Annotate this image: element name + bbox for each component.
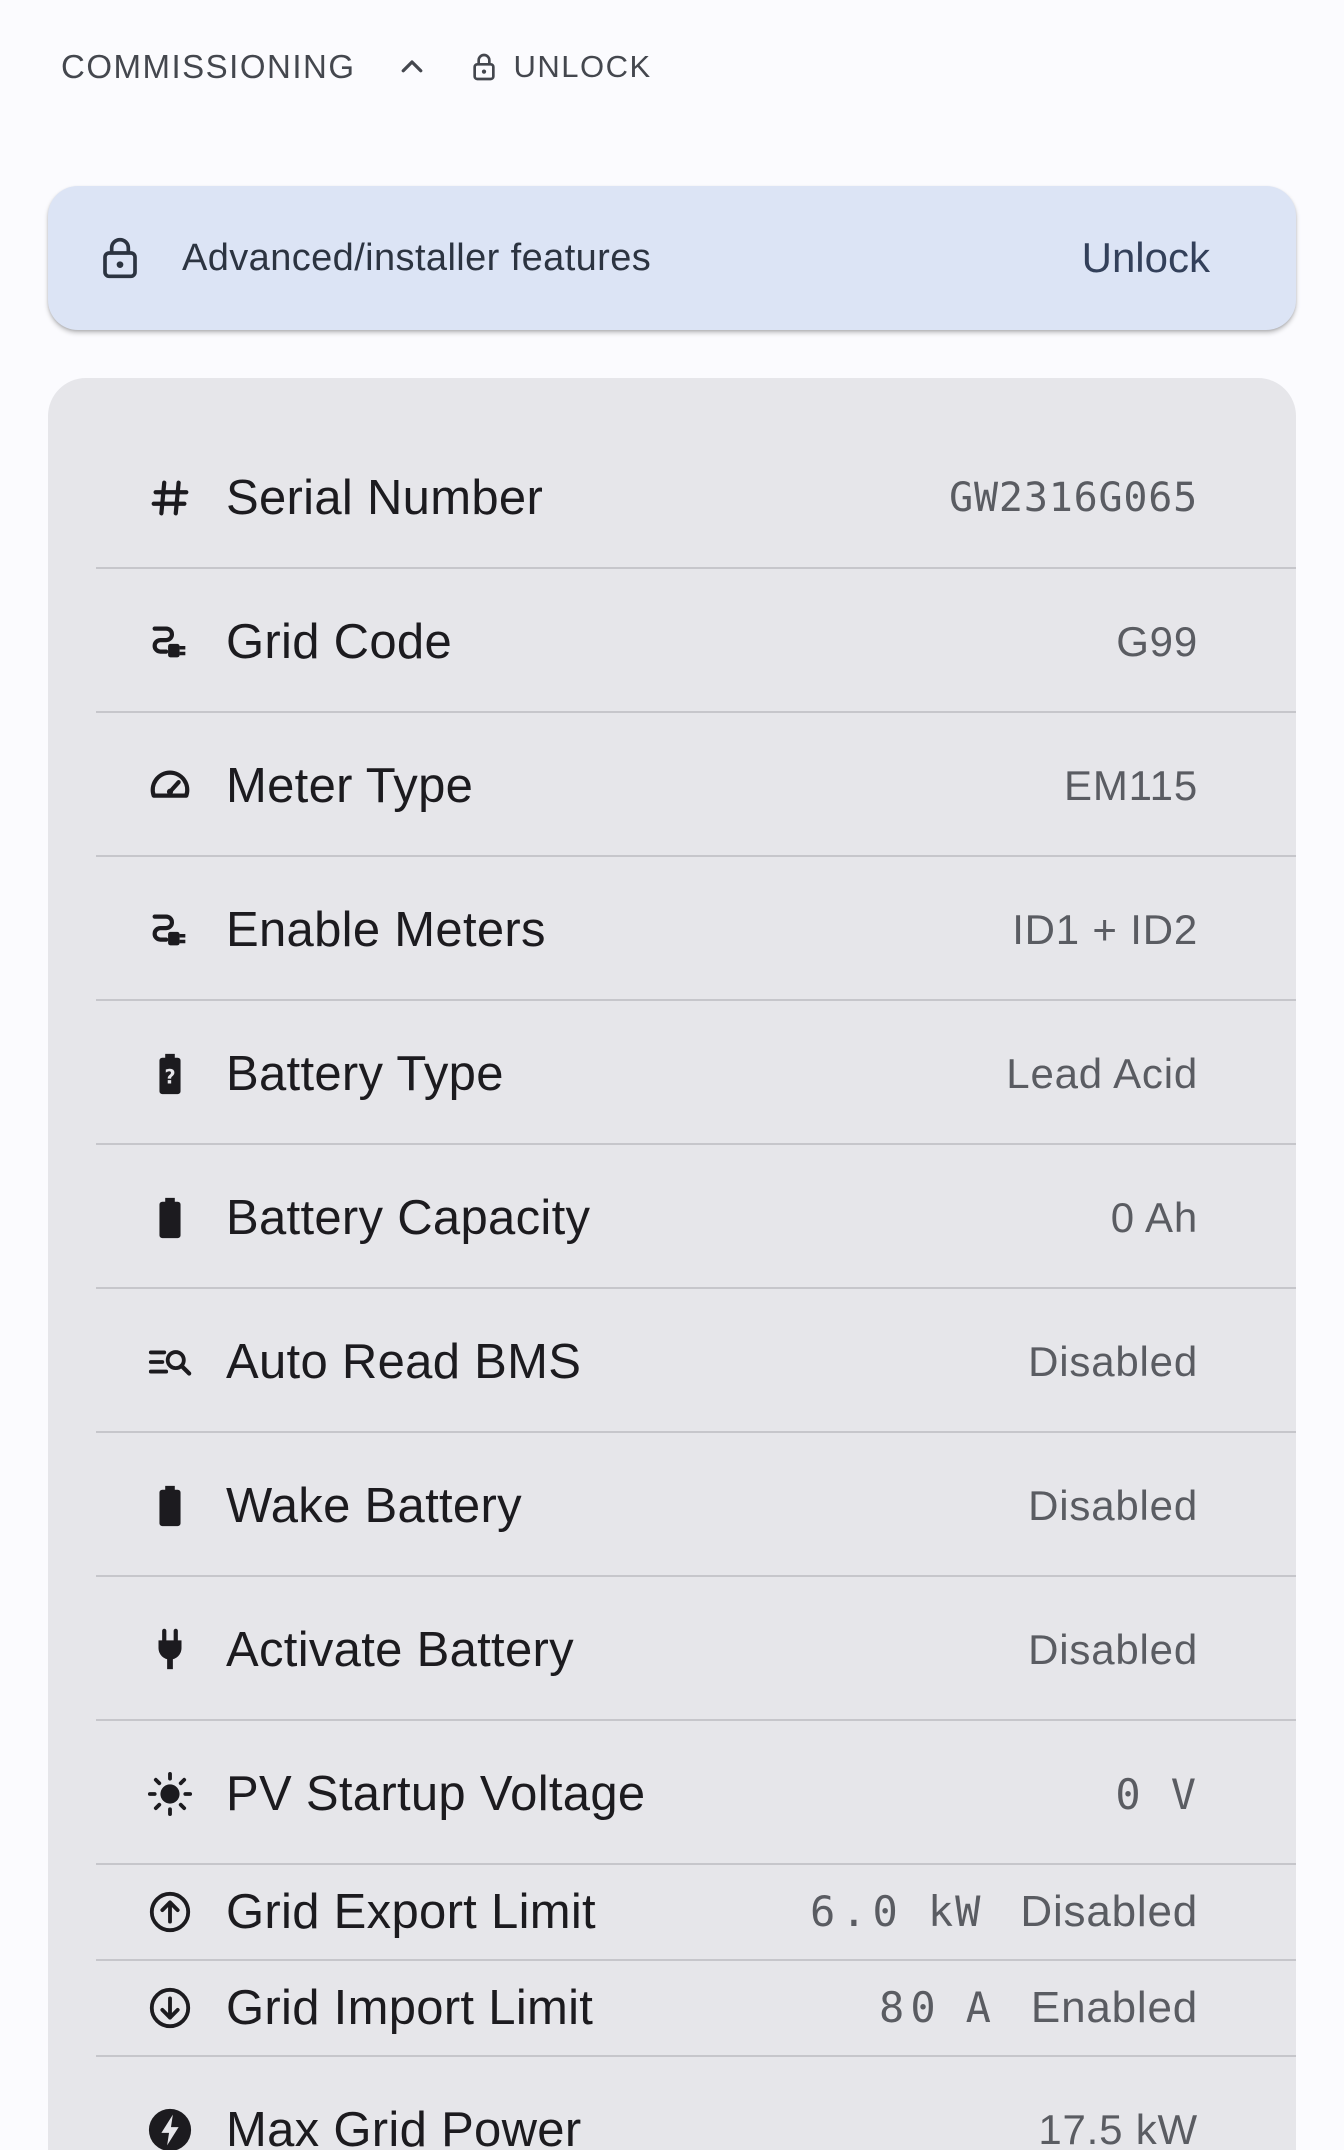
value-unit: A <box>965 1983 993 2032</box>
row-value: Disabled <box>1028 1338 1198 1385</box>
sun-icon <box>146 1770 194 1818</box>
divider <box>96 1143 1296 1145</box>
setting-row-grid-import-limit[interactable]: Grid Import Limit 80 A Enabled <box>48 1964 1296 2052</box>
divider <box>96 999 1296 1001</box>
divider <box>96 1863 1296 1865</box>
battery-full-icon <box>146 1482 194 1530</box>
row-value: Disabled <box>1028 1482 1198 1529</box>
meter-plug-icon <box>146 618 194 666</box>
value-number: 6.0 <box>809 1887 904 1936</box>
divider <box>96 711 1296 713</box>
setting-row-enable-meters[interactable]: Enable Meters ID1 + ID2 <box>48 882 1296 978</box>
lightning-circle-icon <box>146 2106 194 2150</box>
setting-row-activate-battery[interactable]: Activate Battery Disabled <box>48 1602 1296 1698</box>
setting-row-battery-capacity[interactable]: Battery Capacity 0 Ah <box>48 1170 1296 1266</box>
svg-text:?: ? <box>164 1066 175 1089</box>
row-value: GW2316G065 <box>949 475 1198 521</box>
setting-row-pv-startup-voltage[interactable]: PV Startup Voltage 0 V <box>48 1746 1296 1842</box>
unlock-button[interactable]: Unlock <box>1082 234 1210 282</box>
divider <box>96 1575 1296 1577</box>
value-status: Disabled <box>1020 1887 1198 1936</box>
row-value: 80 A Enabled <box>879 1983 1198 2033</box>
installer-banner: Advanced/installer features Unlock <box>48 186 1296 330</box>
divider <box>96 1287 1296 1289</box>
row-label: Enable Meters <box>226 903 546 957</box>
value-number: 0 <box>1115 1769 1147 1819</box>
row-label: Grid Import Limit <box>226 1981 594 2035</box>
setting-row-grid-code[interactable]: Grid Code G99 <box>48 594 1296 690</box>
divider <box>96 567 1296 569</box>
list-search-icon <box>146 1338 194 1386</box>
row-label: Serial Number <box>226 471 544 525</box>
row-value: ID1 + ID2 <box>1012 906 1198 953</box>
banner-text: Advanced/installer features <box>182 236 652 279</box>
row-value: Disabled <box>1028 1626 1198 1673</box>
row-label: Battery Type <box>226 1047 504 1101</box>
section-title: COMMISSIONING <box>61 48 356 85</box>
meter-plug-icon <box>146 906 194 954</box>
row-label: Auto Read BMS <box>226 1335 582 1389</box>
arrow-up-circle-icon <box>146 1888 194 1936</box>
header-unlock-link[interactable]: UNLOCK <box>468 49 652 85</box>
divider <box>96 1719 1296 1721</box>
battery-unknown-icon: ? <box>146 1050 194 1098</box>
setting-row-wake-battery[interactable]: Wake Battery Disabled <box>48 1458 1296 1554</box>
row-label: Grid Export Limit <box>226 1885 596 1939</box>
gauge-icon <box>146 762 194 810</box>
value-unit: V <box>1170 1769 1198 1819</box>
lock-icon <box>472 53 495 81</box>
divider <box>96 2055 1296 2057</box>
arrow-down-circle-icon <box>146 1984 194 2032</box>
row-label: Wake Battery <box>226 1479 522 1533</box>
row-value: Lead Acid <box>1006 1050 1198 1097</box>
power-plug-icon <box>146 1626 194 1674</box>
setting-row-serial-number[interactable]: Serial Number GW2316G065 <box>48 450 1296 546</box>
divider <box>96 855 1296 857</box>
chevron-up-icon[interactable] <box>396 51 428 83</box>
setting-row-grid-export-limit[interactable]: Grid Export Limit 6.0 kW Disabled <box>48 1868 1296 1956</box>
row-value: EM115 <box>1064 762 1198 809</box>
row-label: Battery Capacity <box>226 1191 591 1245</box>
section-header: COMMISSIONING UNLOCK <box>61 44 652 90</box>
divider <box>96 1959 1296 1961</box>
row-value: 6.0 kW Disabled <box>810 1887 1198 1937</box>
value-number: 80 <box>879 1983 942 2032</box>
setting-row-battery-type[interactable]: ? Battery Type Lead Acid <box>48 1026 1296 1122</box>
row-value: 17.5 kW <box>1038 2106 1198 2150</box>
row-value: 0 Ah <box>1110 1194 1198 1241</box>
lock-icon <box>103 237 137 279</box>
setting-row-auto-read-bms[interactable]: Auto Read BMS Disabled <box>48 1314 1296 1410</box>
row-label: PV Startup Voltage <box>226 1767 646 1821</box>
setting-row-max-grid-power[interactable]: Max Grid Power 17.5 kW <box>48 2090 1296 2150</box>
row-label: Max Grid Power <box>226 2103 582 2150</box>
row-value: 0 V <box>1115 1770 1198 1819</box>
header-unlock-label: UNLOCK <box>513 49 652 84</box>
row-label: Grid Code <box>226 615 453 669</box>
value-status: Enabled <box>1030 1983 1198 2032</box>
value-unit: kW <box>927 1887 983 1936</box>
battery-full-icon <box>146 1194 194 1242</box>
row-label: Activate Battery <box>226 1623 574 1677</box>
hash-icon <box>146 474 194 522</box>
row-label: Meter Type <box>226 759 474 813</box>
divider <box>96 1431 1296 1433</box>
setting-row-meter-type[interactable]: Meter Type EM115 <box>48 738 1296 834</box>
row-value: G99 <box>1116 618 1198 665</box>
